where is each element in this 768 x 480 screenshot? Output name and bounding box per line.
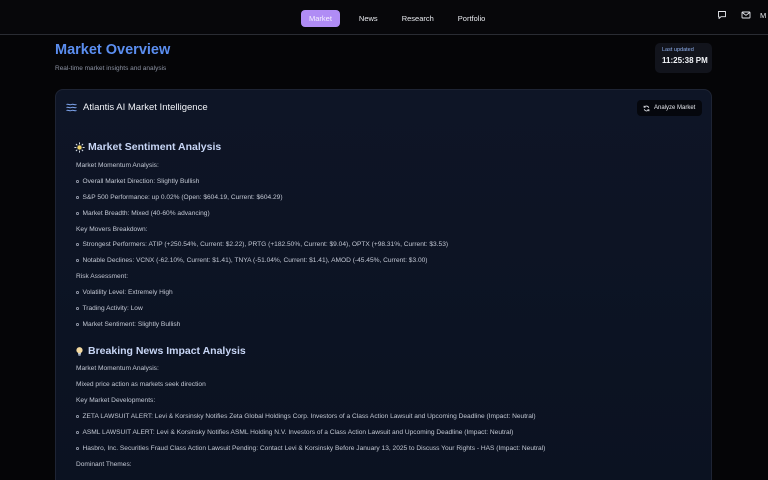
list-item: Hasbro, Inc. Securities Fraud Class Acti… <box>76 445 545 452</box>
user-menu-button[interactable]: M <box>760 11 768 20</box>
analyze-market-button[interactable]: Analyze Market <box>637 100 702 116</box>
nav-news[interactable]: News <box>349 10 388 27</box>
card-title: Atlantis AI Market Intelligence <box>83 102 208 113</box>
sparkle-icon <box>74 141 85 153</box>
list-item: Market Sentiment: Slightly Bullish <box>76 321 180 328</box>
nav-market[interactable]: Market <box>301 10 340 27</box>
nav-portfolio[interactable]: Portfolio <box>448 10 496 27</box>
momentum-heading: Market Momentum Analysis: <box>76 162 159 169</box>
nav-research[interactable]: Research <box>392 10 444 27</box>
chat-icon[interactable] <box>716 9 728 21</box>
risk-heading: Risk Assessment: <box>76 273 129 280</box>
list-item: Trading Activity: Low <box>76 305 143 312</box>
last-updated-panel: Last updated 11:25:38 PM <box>655 43 712 73</box>
news-title-text: Breaking News Impact Analysis <box>88 345 246 357</box>
page-title: Market Overview <box>55 42 171 58</box>
sentiment-title-text: Market Sentiment Analysis <box>88 141 222 153</box>
list-item: Notable Declines: VCNX (-62.10%, Current… <box>76 257 427 264</box>
list-item: Strongest Performers: ATIP (+250.54%, Cu… <box>76 241 448 248</box>
list-item: Overall Market Direction: Slightly Bulli… <box>76 178 199 185</box>
list-item: ZETA LAWSUIT ALERT: Levi & Korsinsky Not… <box>76 413 536 420</box>
market-intelligence-card: Atlantis AI Market Intelligence Analyze … <box>55 89 712 480</box>
themes-heading: Dominant Themes: <box>76 461 132 468</box>
news-momentum-text: Mixed price action as markets seek direc… <box>76 381 206 388</box>
sentiment-section-title: Market Sentiment Analysis <box>74 141 221 153</box>
list-item: ASML LAWSUIT ALERT: Levi & Korsinsky Not… <box>76 429 513 436</box>
refresh-icon <box>643 105 650 111</box>
card-header: Atlantis AI Market Intelligence <box>66 102 208 113</box>
top-navigation-bar: Market News Research Portfolio M <box>0 0 768 35</box>
mail-icon[interactable] <box>740 9 752 21</box>
list-item: Volatility Level: Extremely High <box>76 289 173 296</box>
movers-heading: Key Movers Breakdown: <box>76 226 148 233</box>
waves-icon <box>66 103 77 112</box>
top-icon-group: M <box>704 9 768 21</box>
list-item: Market Breadth: Mixed (40-60% advancing) <box>76 210 210 217</box>
lightbulb-icon <box>74 346 85 357</box>
page-subtitle: Real-time market insights and analysis <box>55 65 167 72</box>
last-updated-time: 11:25:38 PM <box>662 56 708 65</box>
analyze-market-label: Analyze Market <box>654 105 696 111</box>
news-momentum-heading: Market Momentum Analysis: <box>76 365 159 372</box>
developments-heading: Key Market Developments: <box>76 397 156 404</box>
last-updated-label: Last updated <box>662 47 694 53</box>
news-section-title: Breaking News Impact Analysis <box>74 345 246 357</box>
main-nav: Market News Research Portfolio <box>301 10 499 27</box>
list-item: S&P 500 Performance: up 0.02% (Open: $60… <box>76 194 283 201</box>
